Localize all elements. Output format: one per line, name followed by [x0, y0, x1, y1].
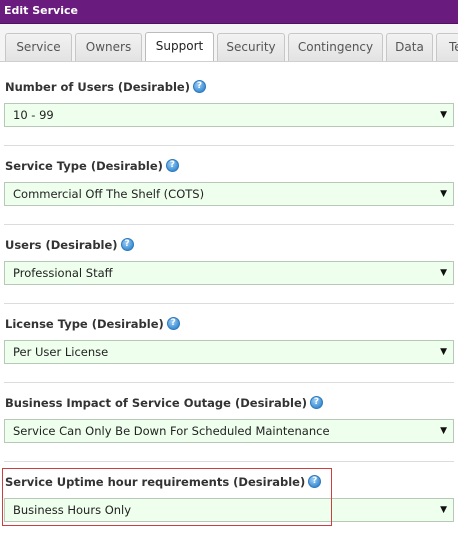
- field-label-container: Service Type (Desirable)?: [5, 159, 179, 173]
- support-form: Number of Users (Desirable)? 10 - 99 ▼ S…: [0, 62, 458, 538]
- tab-data[interactable]: Data: [386, 33, 433, 61]
- help-icon[interactable]: ?: [166, 317, 180, 330]
- tab-te[interactable]: Te: [436, 33, 458, 61]
- select-value: 10 - 99: [13, 108, 54, 122]
- divider: [4, 303, 454, 304]
- select-value: Professional Staff: [13, 266, 113, 280]
- divider: [4, 145, 454, 146]
- users-select[interactable]: Professional Staff ▼: [4, 261, 454, 285]
- field-label: Users (Desirable): [5, 238, 118, 252]
- divider: [4, 224, 454, 225]
- tab-support[interactable]: Support: [145, 32, 214, 61]
- help-icon[interactable]: ?: [120, 238, 134, 251]
- chevron-down-icon: ▼: [440, 347, 447, 357]
- tab-owners[interactable]: Owners: [75, 33, 142, 61]
- help-icon[interactable]: ?: [165, 159, 179, 172]
- number-of-users-select[interactable]: 10 - 99 ▼: [4, 103, 454, 127]
- window-title: Edit Service: [0, 0, 458, 24]
- select-value: Commercial Off The Shelf (COTS): [13, 187, 205, 201]
- field-label-container: Users (Desirable)?: [5, 238, 134, 252]
- tab-contingency[interactable]: Contingency: [288, 33, 383, 61]
- field-label: Service Type (Desirable): [5, 159, 163, 173]
- divider: [4, 461, 454, 462]
- field-label: License Type (Desirable): [5, 317, 164, 331]
- chevron-down-icon: ▼: [440, 505, 447, 515]
- chevron-down-icon: ▼: [440, 426, 447, 436]
- chevron-down-icon: ▼: [440, 110, 447, 120]
- help-icon[interactable]: ?: [192, 80, 206, 93]
- highlight-box: [2, 468, 332, 526]
- field-label-container: Number of Users (Desirable)?: [5, 80, 206, 94]
- field-label: Business Impact of Service Outage (Desir…: [5, 396, 308, 410]
- chevron-down-icon: ▼: [440, 268, 447, 278]
- field-label: Number of Users (Desirable): [5, 80, 190, 94]
- tab-bar: Service Owners Support Security Continge…: [0, 24, 458, 62]
- chevron-down-icon: ▼: [440, 189, 447, 199]
- tab-service[interactable]: Service: [5, 33, 72, 61]
- field-label-container: License Type (Desirable)?: [5, 317, 180, 331]
- select-value: Per User License: [13, 345, 109, 359]
- field-label-container: Business Impact of Service Outage (Desir…: [5, 396, 324, 410]
- tab-security[interactable]: Security: [217, 33, 285, 61]
- license-type-select[interactable]: Per User License ▼: [4, 340, 454, 364]
- help-icon[interactable]: ?: [310, 396, 324, 409]
- service-type-select[interactable]: Commercial Off The Shelf (COTS) ▼: [4, 182, 454, 206]
- business-impact-select[interactable]: Service Can Only Be Down For Scheduled M…: [4, 419, 454, 443]
- select-value: Service Can Only Be Down For Scheduled M…: [13, 424, 330, 438]
- divider: [4, 382, 454, 383]
